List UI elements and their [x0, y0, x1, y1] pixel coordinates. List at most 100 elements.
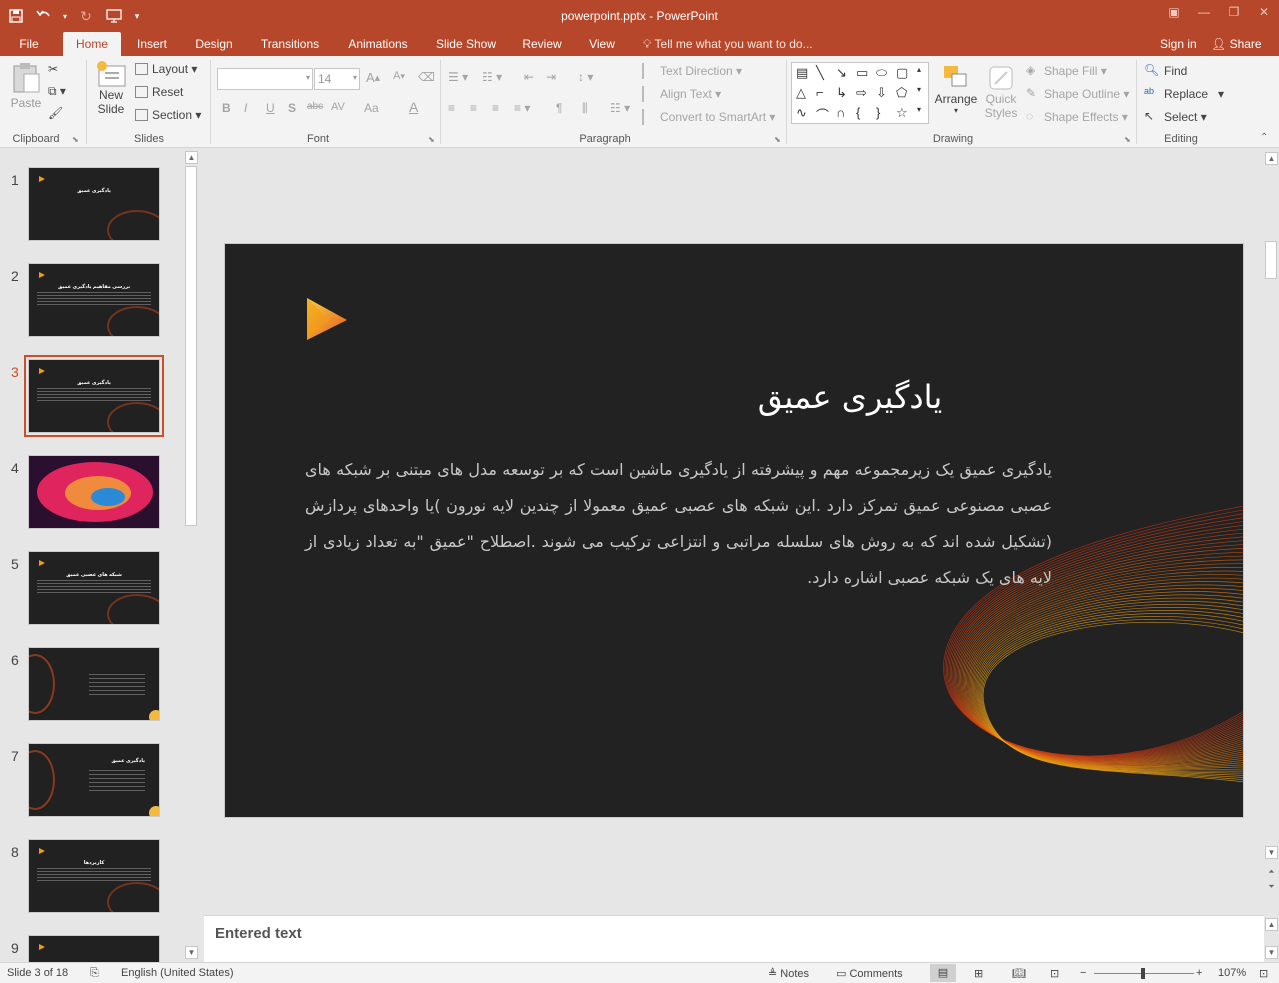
tab-file[interactable]: File	[8, 32, 50, 56]
gallery-more-icon[interactable]: ▾	[917, 105, 921, 114]
slide-body-text[interactable]: یادگیری عمیق یک زیرمجموعه مهم و پیشرفته …	[305, 452, 1052, 596]
italic-button[interactable]: I	[244, 101, 247, 115]
justify-icon[interactable]: ≡ ▾	[514, 101, 530, 115]
tab-slide-show[interactable]: Slide Show	[430, 32, 502, 56]
select-button[interactable]: ↖ Select ▾	[1144, 109, 1207, 125]
shape-effects-button[interactable]: ◌ Shape Effects ▾	[1026, 109, 1128, 125]
slide-thumbnail[interactable]: یادگیری عمیق	[28, 167, 160, 241]
curve-shape-icon[interactable]: ∿	[796, 105, 807, 121]
star-shape-icon[interactable]: ☆	[896, 105, 908, 121]
tab-animations[interactable]: Animations	[340, 32, 416, 56]
strikethrough-button[interactable]: abc	[307, 101, 323, 112]
normal-view-icon[interactable]: ▤	[930, 964, 956, 982]
textbox-shape-icon[interactable]: ▤	[796, 65, 808, 81]
tab-insert[interactable]: Insert	[130, 32, 174, 56]
line-spacing-icon[interactable]: ↕ ▾	[578, 70, 593, 84]
slide-thumbnail[interactable]	[28, 647, 160, 721]
reset-button[interactable]: Reset	[135, 85, 183, 99]
arc-shape-icon[interactable]: ⌒	[816, 105, 829, 124]
underline-button[interactable]: U	[266, 101, 275, 115]
rectangle-shape-icon[interactable]: ▭	[856, 65, 868, 81]
scroll-up-icon[interactable]: ▲	[1265, 152, 1278, 165]
zoom-in-icon[interactable]: +	[1196, 967, 1202, 979]
arrow-line-shape-icon[interactable]: ↘	[836, 65, 847, 81]
slide-thumbnail[interactable]: شبکه های عصبی عمیق	[28, 551, 160, 625]
columns-dropdown-icon[interactable]: ☷ ▾	[610, 101, 630, 115]
close-icon[interactable]: ✕	[1249, 0, 1279, 24]
comments-toggle[interactable]: ▭ Comments	[836, 967, 903, 980]
paste-button[interactable]: Paste	[10, 62, 42, 110]
zoom-slider-knob[interactable]	[1141, 968, 1145, 979]
bullets-icon[interactable]: ☰ ▾	[448, 70, 468, 84]
tab-design[interactable]: Design	[188, 32, 240, 56]
tell-me-search[interactable]: 💡︎ Tell me what you want to do...	[643, 32, 813, 56]
slide-thumbnail[interactable]: کاربردها	[28, 839, 160, 913]
notes-toggle[interactable]: ≜ Notes	[768, 967, 809, 980]
notes-pane[interactable]: Entered text	[204, 915, 1264, 962]
line-shape-icon[interactable]: ╲	[816, 65, 824, 81]
right-brace-shape-icon[interactable]: }	[876, 105, 880, 120]
change-case-button[interactable]: Aa	[364, 101, 379, 115]
gallery-down-icon[interactable]: ▾	[917, 85, 921, 94]
replace-button[interactable]: ab Replace ▾	[1144, 86, 1224, 102]
language-indicator[interactable]: English (United States)	[121, 967, 234, 979]
copy-icon[interactable]: ⧉ ▾	[48, 84, 66, 99]
zoom-level[interactable]: 107%	[1218, 967, 1246, 979]
sign-in-link[interactable]: Sign in	[1160, 32, 1197, 56]
layout-button[interactable]: Layout ▾	[135, 62, 197, 76]
triangle-shape-icon[interactable]: △	[796, 85, 806, 101]
align-text-button[interactable]: Align Text ▾	[642, 86, 721, 102]
shape-outline-button[interactable]: ✎ Shape Outline ▾	[1026, 86, 1129, 102]
dialog-launcher-icon[interactable]: ⬊	[72, 135, 79, 144]
find-button[interactable]: 🔍︎ Find	[1144, 63, 1187, 79]
notes-scroll-up-icon[interactable]: ▲	[1265, 918, 1278, 931]
current-slide[interactable]: یادگیری عمیق یادگیری عمیق یک زیرمجموعه م…	[224, 243, 1244, 818]
tab-review[interactable]: Review	[516, 32, 568, 56]
tab-view[interactable]: View	[582, 32, 622, 56]
text-direction-button[interactable]: Text Direction ▾	[642, 63, 742, 79]
share-button[interactable]: 👤︎ Share	[1211, 32, 1262, 56]
numbering-icon[interactable]: ☷ ▾	[482, 70, 502, 84]
cut-icon[interactable]: ✂	[48, 62, 58, 76]
slide-thumbnail[interactable]	[28, 455, 160, 529]
notes-scroll-down-icon[interactable]: ▼	[1265, 946, 1278, 959]
dialog-launcher-icon[interactable]: ⬊	[428, 135, 435, 144]
new-slide-button[interactable]: New Slide	[92, 60, 130, 116]
bold-button[interactable]: B	[222, 101, 231, 115]
restore-icon[interactable]: ❐	[1219, 0, 1249, 24]
arrange-button[interactable]: Arrange ▾	[934, 64, 978, 115]
shape-fill-button[interactable]: ◈ Shape Fill ▾	[1026, 63, 1107, 79]
font-size-box[interactable]: 14 ▾	[314, 68, 360, 90]
pentagon-shape-icon[interactable]: ⬠	[896, 85, 907, 101]
grow-font-icon[interactable]: A ▴	[366, 70, 380, 85]
minimize-icon[interactable]: —	[1189, 0, 1219, 24]
gallery-up-icon[interactable]: ▴	[917, 65, 921, 74]
rounded-rect-shape-icon[interactable]: ▢	[896, 65, 908, 81]
columns-icon[interactable]: ⫼	[582, 101, 588, 116]
freeform-shape-icon[interactable]: ∩	[836, 105, 845, 120]
tab-transitions[interactable]: Transitions	[254, 32, 326, 56]
editor-scrollbar[interactable]: ▲ ▼ ⏶ ⏷	[1264, 149, 1279, 915]
section-button[interactable]: Section ▾	[135, 108, 201, 122]
slide-thumbnail[interactable]: یادگیری عمیق	[24, 355, 164, 437]
scroll-up-icon[interactable]: ▲	[185, 151, 198, 164]
align-center-icon[interactable]: ≡	[470, 101, 477, 115]
collapse-ribbon-icon[interactable]: ⌃	[1260, 132, 1268, 143]
ribbon-display-icon[interactable]: ▣	[1159, 0, 1189, 24]
shadow-button[interactable]: S	[288, 101, 296, 115]
format-painter-icon[interactable]: 🖌︎	[48, 106, 63, 120]
shapes-gallery[interactable]: ▤ ╲ ↘ ▭ ⬭ ▢ △ ⌐ ↳ ⇨ ⇩ ⬠ ∿ ⌒ ∩ { } ☆ ▴ ▾ …	[791, 62, 929, 124]
convert-smartart-button[interactable]: Convert to SmartArt ▾	[642, 109, 775, 125]
increase-indent-icon[interactable]: ⇥	[546, 70, 556, 84]
decrease-indent-icon[interactable]: ⇤	[524, 70, 534, 84]
reading-view-icon[interactable]: 📖︎	[1012, 967, 1026, 980]
spelling-icon[interactable]: ⎘	[90, 967, 99, 980]
oval-shape-icon[interactable]: ⬭	[876, 65, 887, 81]
thumbnails-scrollbar[interactable]: ▲ ▼	[184, 149, 199, 962]
left-brace-shape-icon[interactable]: {	[856, 105, 860, 120]
char-spacing-button[interactable]: AV	[331, 101, 345, 113]
elbow-connector-icon[interactable]: ⌐	[816, 85, 824, 100]
scroll-thumb[interactable]	[1265, 241, 1277, 279]
elbow-arrow-icon[interactable]: ↳	[836, 85, 847, 101]
next-slide-icon[interactable]: ⏷	[1265, 880, 1278, 893]
